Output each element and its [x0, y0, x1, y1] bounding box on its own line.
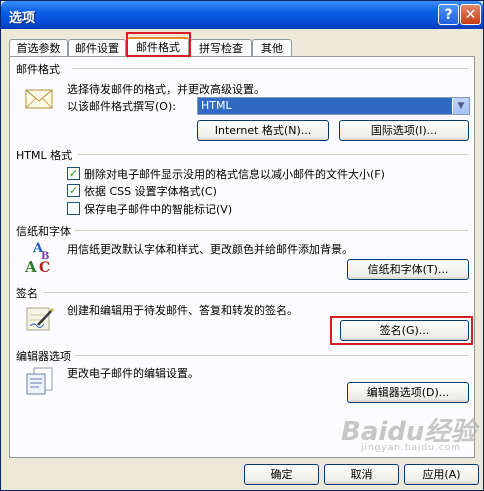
window-title: 选项	[9, 11, 36, 26]
section-divider	[72, 68, 468, 69]
editor-title: 编辑器选项	[16, 350, 71, 363]
svg-text:A: A	[24, 258, 37, 275]
section-divider	[74, 355, 468, 356]
chevron-down-icon[interactable]: ▼	[452, 98, 469, 114]
close-button[interactable]: ✕	[460, 4, 481, 25]
html-format-title: HTML 格式	[16, 149, 73, 162]
section-divider	[44, 292, 468, 293]
options-dialog: 选项 ? ✕ 首选参数 邮件设置 邮件格式 拼写检查 其他 邮件格式 选择待发邮…	[0, 0, 484, 491]
tab-mail-setup[interactable]: 邮件设置	[68, 39, 126, 57]
stationery-description: 用信纸更改默认字体和样式、更改颜色并给邮件添加背景。	[67, 243, 353, 256]
tab-spelling[interactable]: 拼写检查	[190, 39, 252, 57]
svg-text:C: C	[39, 260, 50, 275]
compose-format-select[interactable]: HTML ▼	[197, 97, 470, 115]
compose-format-label: 以该邮件格式撰写(O):	[67, 100, 176, 113]
stationery-title: 信纸和字体	[16, 225, 71, 238]
smart-tags-label: 保存电子邮件中的智能标记(V)	[84, 203, 233, 216]
signature-pen-icon	[26, 307, 54, 331]
editor-document-icon	[26, 367, 53, 395]
compose-format-value: HTML	[201, 99, 232, 112]
tab-highlight-box	[126, 32, 191, 57]
tab-panel: 邮件格式 选择待发邮件的格式，并更改高级设置。 以该邮件格式撰写(O): HTM…	[9, 56, 475, 458]
help-button[interactable]: ?	[438, 4, 459, 25]
fonts-icon: A A C B	[24, 241, 50, 275]
mail-format-title: 邮件格式	[16, 63, 60, 76]
editor-description: 更改电子邮件的编辑设置。	[67, 367, 199, 380]
css-fonts-label: 依据 CSS 设置字体格式(C)	[84, 185, 217, 198]
cancel-button[interactable]: 取消	[324, 464, 399, 485]
editor-options-button[interactable]: 编辑器选项(D)...	[347, 382, 469, 403]
tab-preferences[interactable]: 首选参数	[9, 39, 68, 57]
svg-text:B: B	[41, 251, 49, 262]
watermark-url: jingyan.baidu.com	[361, 443, 462, 453]
international-options-button[interactable]: 国际选项(I)...	[339, 120, 469, 141]
signature-title: 签名	[16, 287, 38, 300]
mail-format-description: 选择待发邮件的格式，并更改高级设置。	[67, 83, 265, 96]
section-divider	[74, 230, 468, 231]
strip-formatting-checkbox[interactable]: ✓	[67, 167, 80, 180]
apply-button[interactable]: 应用(A)	[404, 464, 479, 485]
signature-highlight-box	[330, 316, 473, 345]
title-bar[interactable]: 选项 ? ✕	[1, 1, 483, 29]
tab-other[interactable]: 其他	[252, 39, 292, 57]
envelope-icon	[25, 89, 53, 109]
internet-format-button[interactable]: Internet 格式(N)...	[197, 120, 329, 141]
strip-formatting-label: 删除对电子邮件显示没用的格式信息以减小邮件的文件大小(F)	[84, 168, 385, 181]
css-fonts-checkbox[interactable]: ✓	[67, 184, 80, 197]
section-divider	[78, 154, 468, 155]
smart-tags-checkbox[interactable]	[67, 202, 80, 215]
signature-description: 创建和编辑用于待发邮件、答复和转发的签名。	[67, 304, 298, 317]
stationery-fonts-button[interactable]: 信纸和字体(T)...	[347, 259, 469, 280]
ok-button[interactable]: 确定	[244, 464, 319, 485]
